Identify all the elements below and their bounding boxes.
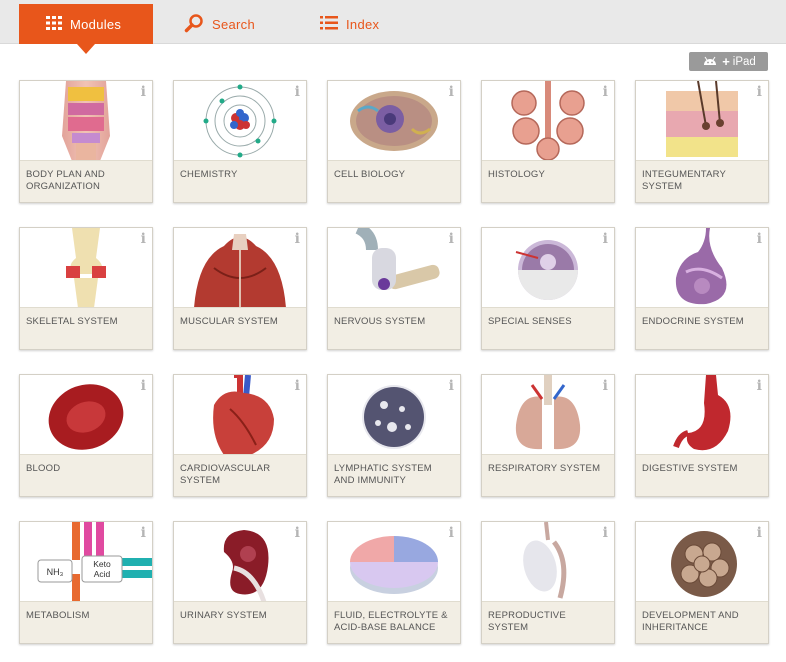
info-icon[interactable]: i [141,525,146,541]
tab-search[interactable]: Search [184,4,284,44]
platform-badge: + iPad [689,52,768,71]
module-label: SPECIAL SENSES [482,308,614,349]
module-thumbnail [636,375,768,455]
module-thumbnail [328,228,460,308]
info-icon[interactable]: i [295,525,300,541]
info-icon[interactable]: i [603,378,608,394]
info-icon[interactable]: i [603,84,608,100]
android-icon [701,55,719,69]
tab-search-label: Search [212,16,255,32]
module-card-metabolism[interactable]: NH₃ Keto Acid i METABOLISM [19,521,153,644]
module-thumbnail [20,228,152,308]
info-icon[interactable]: i [141,84,146,100]
tab-index[interactable]: Index [320,4,400,44]
module-card-back-muscles[interactable]: i MUSCULAR SYSTEM [173,227,307,350]
module-label: MUSCULAR SYSTEM [174,308,306,349]
plus-icon: + [722,54,730,69]
info-icon[interactable]: i [141,231,146,247]
info-icon[interactable]: i [141,378,146,394]
info-icon[interactable]: i [449,84,454,100]
module-label: SKELETAL SYSTEM [20,308,152,349]
module-card-lymphocyte[interactable]: i LYMPHATIC SYSTEM AND IMMUNITY [327,374,461,497]
module-thumbnail [174,228,306,308]
module-thumbnail [482,81,614,161]
module-card-knee[interactable]: i SKELETAL SYSTEM [19,227,153,350]
module-label: DIGESTIVE SYSTEM [636,455,768,496]
grid-icon [46,15,62,33]
module-thumbnail [482,375,614,455]
module-label: URINARY SYSTEM [174,602,306,643]
module-card-lungs[interactable]: i RESPIRATORY SYSTEM [481,374,615,497]
module-card-atom[interactable]: i CHEMISTRY [173,80,307,203]
tab-index-label: Index [346,16,380,32]
module-thumbnail: NH₃ Keto Acid [20,522,152,602]
module-thumbnail [636,522,768,602]
module-thumbnail [174,81,306,161]
module-card-kidney[interactable]: i URINARY SYSTEM [173,521,307,644]
module-card-heart[interactable]: i CARDIOVASCULAR SYSTEM [173,374,307,497]
module-card-thyroid[interactable]: i ENDOCRINE SYSTEM [635,227,769,350]
info-icon[interactable]: i [757,525,762,541]
module-card-neuron[interactable]: i NERVOUS SYSTEM [327,227,461,350]
module-thumbnail [482,522,614,602]
info-icon[interactable]: i [757,378,762,394]
module-label: BODY PLAN AND ORGANIZATION [20,161,152,202]
module-thumbnail [328,375,460,455]
module-thumbnail [20,81,152,161]
module-thumbnail [328,81,460,161]
module-label: CARDIOVASCULAR SYSTEM [174,455,306,496]
module-label: RESPIRATORY SYSTEM [482,455,614,496]
module-thumbnail [636,81,768,161]
module-label: FLUID, ELECTROLYTE & ACID-BASE BALANCE [328,602,460,643]
top-nav-bar: Modules Search Index [0,0,786,54]
module-label: BLOOD [20,455,152,496]
module-card-red-blood-cell[interactable]: i BLOOD [19,374,153,497]
module-label: METABOLISM [20,602,152,643]
info-icon[interactable]: i [295,231,300,247]
module-thumbnail [482,228,614,308]
info-icon[interactable]: i [449,378,454,394]
module-card-testis[interactable]: i REPRODUCTIVE SYSTEM [481,521,615,644]
module-label: CHEMISTRY [174,161,306,202]
platform-badge-text: iPad [732,55,756,68]
module-card-skin[interactable]: i INTEGUMENTARY SYSTEM [635,80,769,203]
module-label: ENDOCRINE SYSTEM [636,308,768,349]
module-label: HISTOLOGY [482,161,614,202]
module-card-torso[interactable]: i BODY PLAN AND ORGANIZATION [19,80,153,203]
info-icon[interactable]: i [757,231,762,247]
module-card-gland[interactable]: i HISTOLOGY [481,80,615,203]
svg-text:Keto: Keto [93,559,111,569]
module-label: REPRODUCTIVE SYSTEM [482,602,614,643]
info-icon[interactable]: i [295,378,300,394]
svg-text:Acid: Acid [94,569,111,579]
module-card-stomach[interactable]: i DIGESTIVE SYSTEM [635,374,769,497]
module-thumbnail [328,522,460,602]
info-icon[interactable]: i [449,525,454,541]
module-card-pie[interactable]: i FLUID, ELECTROLYTE & ACID-BASE BALANCE [327,521,461,644]
module-card-cell[interactable]: i CELL BIOLOGY [327,80,461,203]
info-icon[interactable]: i [449,231,454,247]
info-icon[interactable]: i [757,84,762,100]
module-label: NERVOUS SYSTEM [328,308,460,349]
module-label: LYMPHATIC SYSTEM AND IMMUNITY [328,455,460,496]
module-thumbnail [174,375,306,455]
tab-modules[interactable]: Modules [19,4,153,54]
tab-modules-label: Modules [70,16,122,32]
module-thumbnail [20,375,152,455]
module-label: INTEGUMENTARY SYSTEM [636,161,768,202]
module-card-embryo[interactable]: i DEVELOPMENT AND INHERITANCE [635,521,769,644]
search-icon [184,13,204,36]
svg-text:NH₃: NH₃ [47,567,64,577]
list-icon [320,15,338,33]
info-icon[interactable]: i [603,525,608,541]
module-label: DEVELOPMENT AND INHERITANCE [636,602,768,643]
module-thumbnail [636,228,768,308]
module-card-eye[interactable]: i SPECIAL SENSES [481,227,615,350]
info-icon[interactable]: i [295,84,300,100]
module-thumbnail [174,522,306,602]
info-icon[interactable]: i [603,231,608,247]
module-label: CELL BIOLOGY [328,161,460,202]
